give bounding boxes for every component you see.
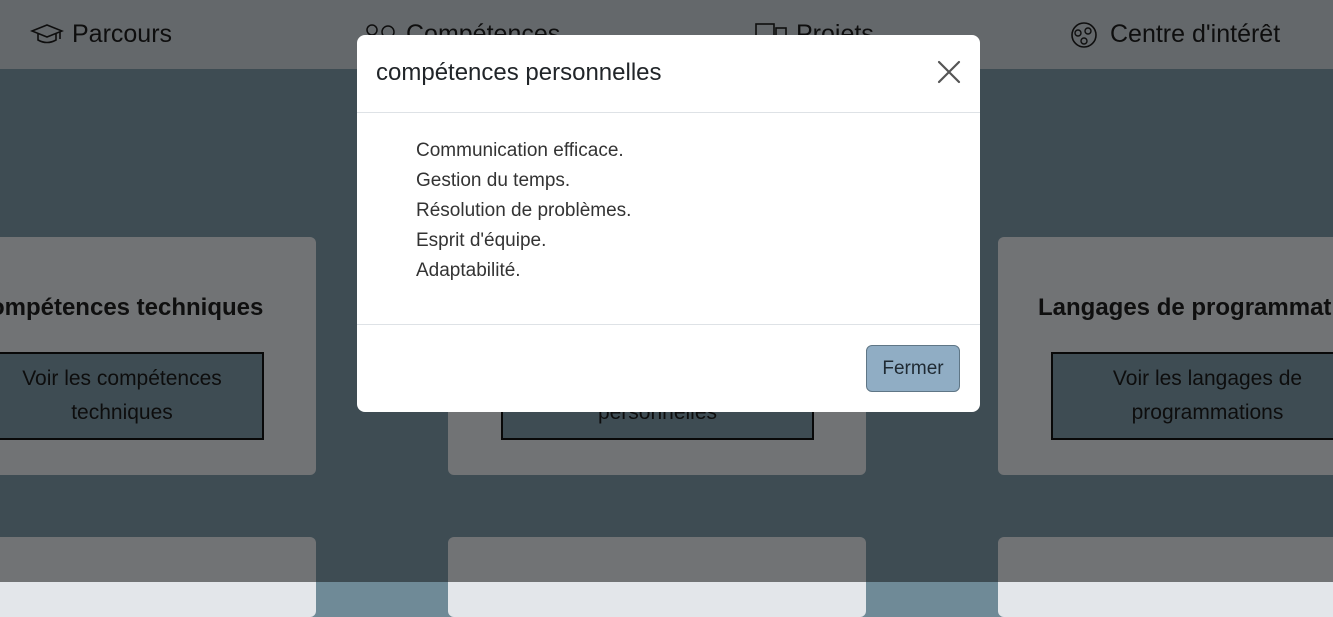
modal-footer: Fermer [357, 324, 980, 412]
fermer-button[interactable]: Fermer [866, 345, 960, 392]
list-item: Communication efficace. [416, 140, 624, 161]
list-item: Résolution de problèmes. [416, 200, 632, 221]
skills-modal: compétences personnelles Communication e… [357, 35, 980, 412]
close-icon [937, 60, 961, 89]
list-item: Esprit d'équipe. [416, 230, 547, 251]
close-button[interactable] [933, 58, 965, 90]
list-item: Adaptabilité. [416, 260, 521, 281]
modal-body: Communication efficace. Gestion du temps… [357, 113, 980, 324]
list-item: Gestion du temps. [416, 170, 571, 191]
skill-list: Communication efficace. Gestion du temps… [416, 136, 631, 286]
modal-title: compétences personnelles [376, 59, 662, 86]
modal-header: compétences personnelles [357, 35, 980, 113]
